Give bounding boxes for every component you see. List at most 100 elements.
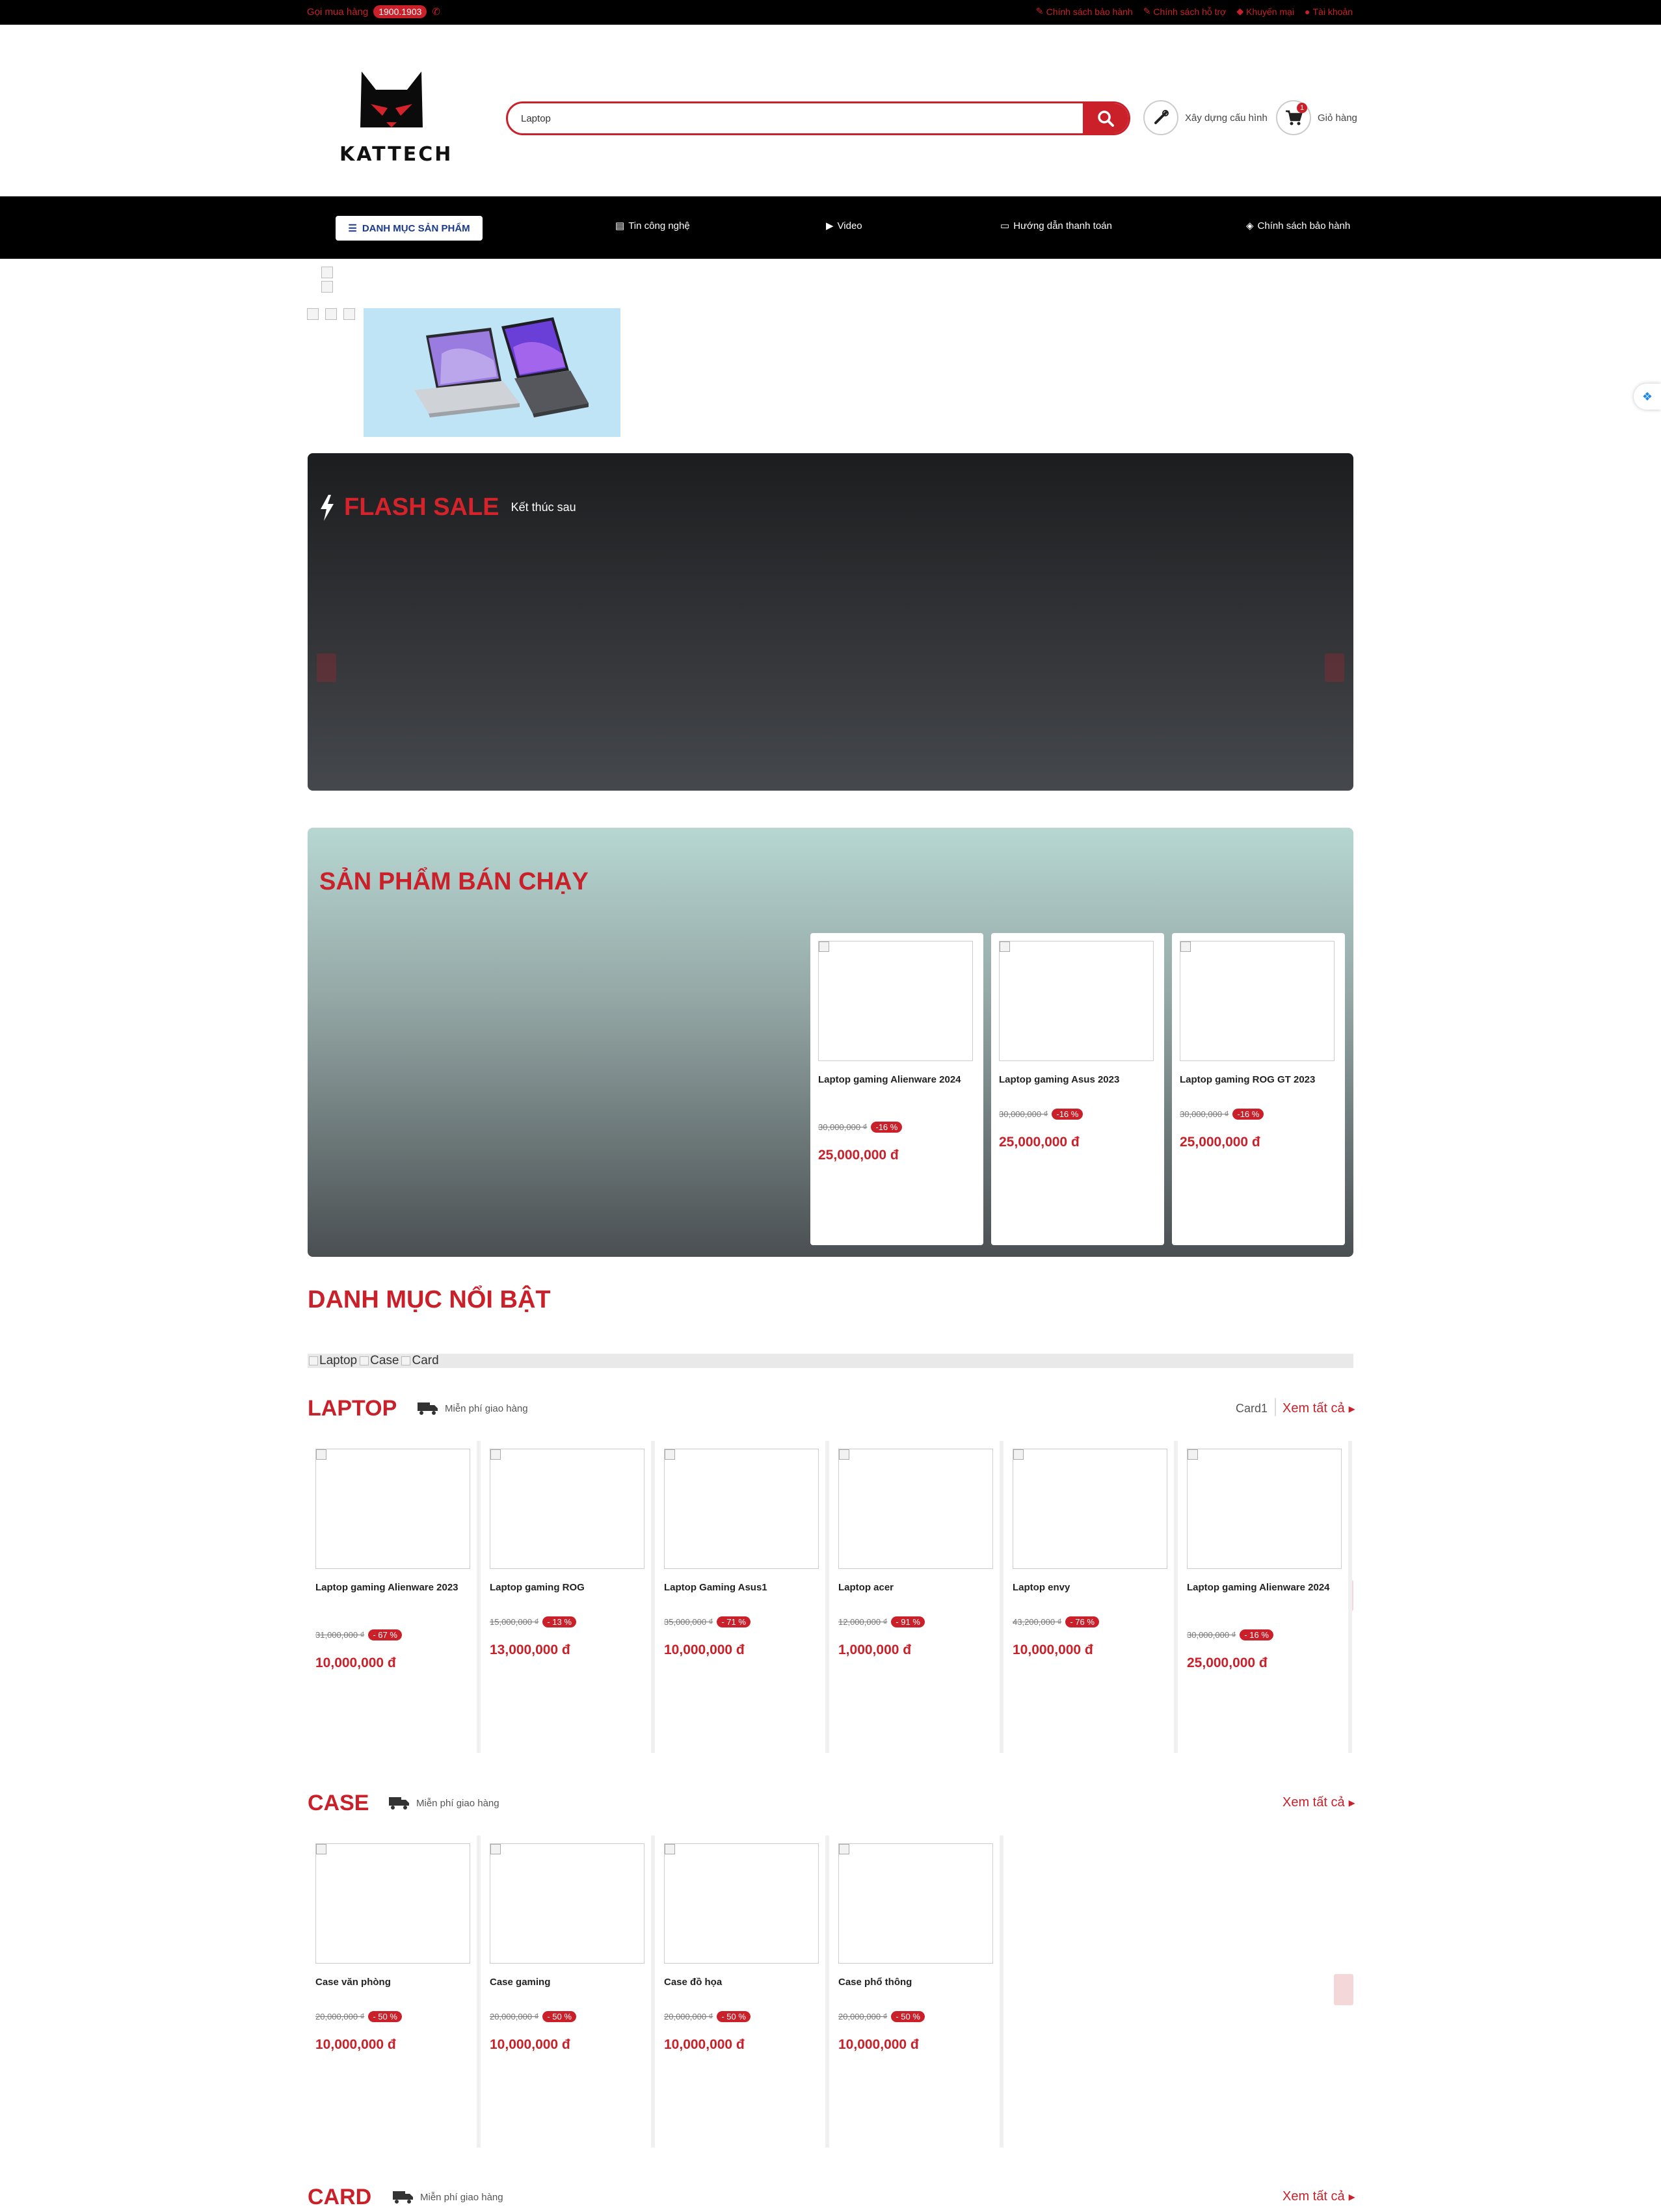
truck-icon <box>389 1797 409 1810</box>
product-image[interactable] <box>315 1449 470 1569</box>
featured-category-case[interactable]: Case <box>360 1354 399 1368</box>
product-name[interactable]: Case gaming <box>490 1976 646 1988</box>
product-card[interactable]: Laptop envy 43,200,000 ₫ - 76 % 10,000,00… <box>1005 1441 1178 1753</box>
floating-widget-button[interactable]: ❖ <box>1634 384 1661 410</box>
category-menu-button[interactable]: ☰ DANH MỤC SẢN PHẨM <box>336 216 483 241</box>
product-name[interactable]: Case văn phòng <box>315 1976 472 1988</box>
broken-image <box>1180 941 1191 952</box>
product-name[interactable]: Laptop gaming ROG GT 2023 <box>1180 1073 1336 1086</box>
product-card[interactable]: Case đồ họa 20,000,000 ₫ - 50 % 10,000,00… <box>656 1836 829 2148</box>
nav-tech-news[interactable]: ▤ Tin công nghệ <box>615 220 690 232</box>
broken-image[interactable] <box>307 308 319 320</box>
old-price: 12,000,000 ₫ <box>838 1617 888 1627</box>
subcategory-link[interactable]: Card1 <box>1236 1402 1268 1415</box>
product-card[interactable]: Laptop gaming ROG GT 2023 30,000,000 ₫ -1… <box>1172 933 1345 1245</box>
product-name[interactable]: Case phổ thông <box>838 1976 994 1988</box>
product-price: 25,000,000 đ <box>999 1135 1080 1150</box>
price-old-row: 30,000,000 ₫ -16 % <box>818 1122 903 1133</box>
broken-image[interactable] <box>325 308 337 320</box>
broken-image[interactable] <box>343 308 355 320</box>
featured-categories-strip: Laptop Case Card <box>308 1354 1353 1368</box>
caret-right-icon: ▸ <box>1348 1402 1355 1416</box>
featured-category-laptop[interactable]: Laptop <box>309 1354 357 1368</box>
laptop-banner[interactable] <box>364 308 620 437</box>
product-image[interactable] <box>490 1843 644 1964</box>
cart-circle: 1 <box>1276 100 1311 135</box>
product-image[interactable] <box>490 1449 644 1569</box>
featured-category-card[interactable]: Card <box>401 1354 439 1368</box>
broken-image <box>490 1844 501 1854</box>
caret-right-icon: ▸ <box>1348 2190 1355 2204</box>
flash-next-arrow[interactable] <box>1325 653 1344 682</box>
case-see-all-link[interactable]: Xem tất cả ▸ <box>1282 1795 1355 1811</box>
build-pc-circle <box>1143 100 1178 135</box>
price-old-row: 12,000,000 ₫ - 91 % <box>838 1616 925 1628</box>
old-price: 20,000,000 ₫ <box>315 2012 365 2021</box>
hotline-number[interactable]: 1900.1903 <box>373 5 427 18</box>
product-image[interactable] <box>999 941 1154 1061</box>
logo[interactable]: KATTECH <box>339 70 451 168</box>
cart-button[interactable]: 1 Giỏ hàng <box>1276 100 1357 135</box>
laptop-section-title[interactable]: LAPTOP <box>308 1396 397 1421</box>
product-price: 10,000,000 đ <box>315 2037 396 2052</box>
flash-prev-arrow[interactable] <box>317 653 336 682</box>
product-name[interactable]: Laptop envy <box>1013 1581 1169 1594</box>
product-image[interactable] <box>1187 1449 1342 1569</box>
nav-video[interactable]: ▶ Video <box>826 220 862 232</box>
old-price: 15,000,000 ₫ <box>490 1617 539 1627</box>
broken-image <box>490 1449 501 1460</box>
product-price: 1,000,000 đ <box>838 1642 912 1657</box>
account-link[interactable]: ● Tài khoản <box>1305 6 1353 17</box>
product-card[interactable]: Case phổ thông 20,000,000 ₫ - 50 % 10,000… <box>830 1836 1003 2148</box>
old-price: 31,000,000 ₫ <box>315 1630 365 1640</box>
product-name[interactable]: Laptop gaming ROG <box>490 1581 646 1594</box>
free-shipping-note: Miễn phí giao hàng <box>418 1401 528 1415</box>
product-name[interactable]: Laptop Gaming Asus1 <box>664 1581 820 1594</box>
old-price: 30,000,000 ₫ <box>818 1122 868 1132</box>
product-name[interactable]: Laptop gaming Alienware 2024 <box>818 1073 974 1086</box>
product-name[interactable]: Case đồ họa <box>664 1976 820 1988</box>
product-image[interactable] <box>664 1843 819 1964</box>
product-card[interactable]: Laptop gaming Asus 2023 30,000,000 ₫ -16 … <box>991 933 1164 1245</box>
product-image[interactable] <box>1013 1449 1167 1569</box>
product-image[interactable] <box>1180 941 1335 1061</box>
product-card[interactable]: Laptop gaming ROG 15,000,000 ₫ - 13 % 13,… <box>482 1441 655 1753</box>
product-name[interactable]: Laptop acer <box>838 1581 994 1594</box>
product-card[interactable]: Case văn phòng 20,000,000 ₫ - 50 % 10,000… <box>308 1836 481 2148</box>
product-name[interactable]: Laptop gaming Alienware 2023 <box>315 1581 472 1594</box>
product-image[interactable] <box>838 1449 993 1569</box>
discount-badge: - 13 % <box>542 1616 576 1627</box>
user-icon: ● <box>1305 6 1310 17</box>
card-see-all-link[interactable]: Xem tất cả ▸ <box>1282 2189 1355 2205</box>
nav-payment-guide[interactable]: ▭ Hướng dẫn thanh toán <box>1000 220 1112 232</box>
product-card[interactable]: Laptop gaming Alienware 2023 31,000,000 … <box>308 1441 481 1753</box>
warranty-policy-link[interactable]: ✎ Chính sách bảo hành <box>1036 6 1133 17</box>
search-button[interactable] <box>1083 103 1128 133</box>
build-pc-button[interactable]: Xây dựng cấu hình <box>1143 100 1268 135</box>
case-next-arrow[interactable] <box>1334 1974 1353 2005</box>
cat-logo-icon <box>360 72 423 127</box>
search-input[interactable] <box>521 103 1067 133</box>
product-card[interactable]: Laptop acer 12,000,000 ₫ - 91 % 1,000,000… <box>830 1441 1003 1753</box>
product-image[interactable] <box>664 1449 819 1569</box>
laptop-see-all-link[interactable]: Xem tất cả ▸ <box>1282 1401 1355 1417</box>
product-image[interactable] <box>838 1843 993 1964</box>
broken-image <box>316 1844 326 1854</box>
nav-warranty-policy[interactable]: ◈ Chính sách bảo hành <box>1246 220 1350 232</box>
best-sellers-title: SẢN PHẨM BÁN CHẠY <box>319 868 589 895</box>
case-section-title[interactable]: CASE <box>308 1791 369 1816</box>
product-image[interactable] <box>818 941 973 1061</box>
product-name[interactable]: Laptop gaming Alienware 2024 <box>1187 1581 1343 1594</box>
promotion-link[interactable]: ◆ Khuyến mại <box>1236 6 1294 17</box>
product-name[interactable]: Laptop gaming Asus 2023 <box>999 1073 1155 1086</box>
product-price: 10,000,000 đ <box>664 1642 745 1657</box>
card-section-title[interactable]: CARD <box>308 2185 371 2210</box>
support-policy-link[interactable]: ✎ Chính sách hỗ trợ <box>1143 6 1227 17</box>
hotline[interactable]: Gọi mua hàng 1900.1903 ✆ <box>307 5 440 18</box>
product-card[interactable]: Laptop Gaming Asus1 35,000,000 ₫ - 71 % 1… <box>656 1441 829 1753</box>
lightning-icon <box>321 494 334 521</box>
product-image[interactable] <box>315 1843 470 1964</box>
product-card[interactable]: Laptop gaming Alienware 2024 30,000,000 … <box>1179 1441 1352 1753</box>
product-card[interactable]: Laptop gaming Alienware 2024 30,000,000 … <box>810 933 983 1245</box>
product-card[interactable]: Case gaming 20,000,000 ₫ - 50 % 10,000,00… <box>482 1836 655 2148</box>
